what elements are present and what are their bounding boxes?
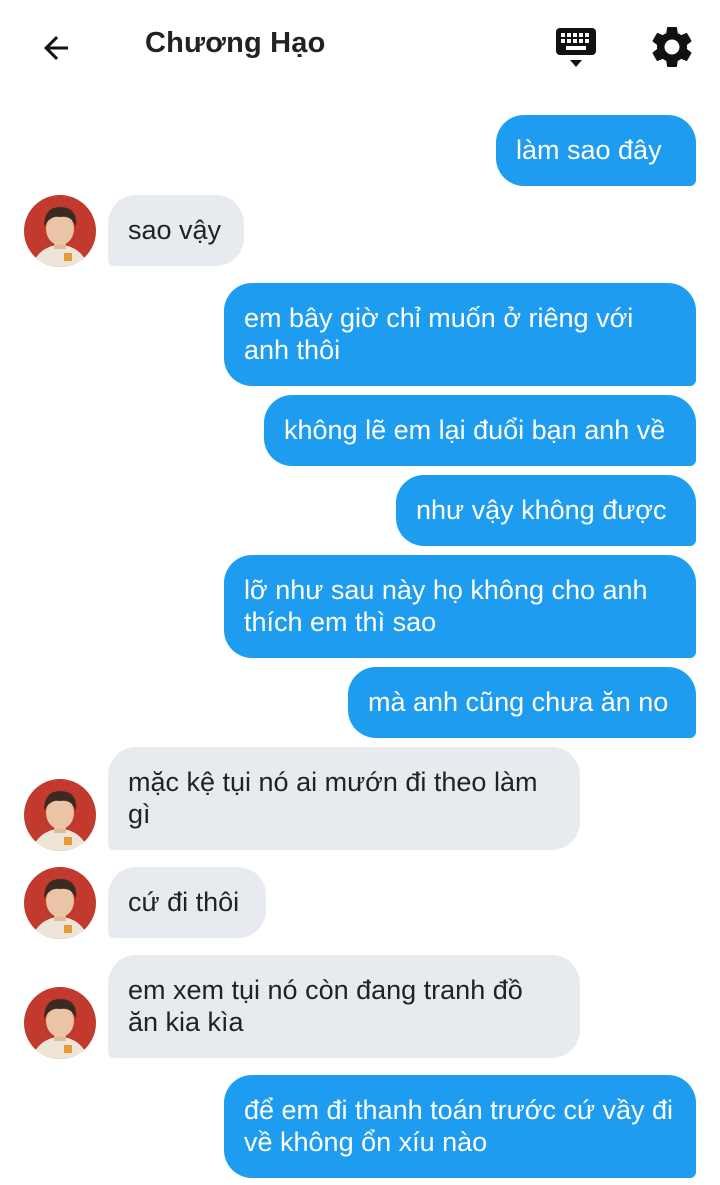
received-message-bubble[interactable]: mặc kệ tụi nó ai mướn đi theo làm gì: [108, 747, 580, 850]
keyboard-button[interactable]: [552, 24, 600, 72]
contact-avatar[interactable]: [24, 987, 96, 1059]
sent-message-bubble[interactable]: mà anh cũng chưa ăn no: [348, 667, 696, 738]
avatar-image: [24, 987, 96, 1059]
chat-header: Chương Hạo: [0, 0, 720, 95]
avatar-image: [24, 195, 96, 267]
settings-button[interactable]: [647, 22, 697, 72]
received-message-bubble[interactable]: sao vậy: [108, 195, 244, 266]
contact-avatar[interactable]: [24, 867, 96, 939]
contact-avatar[interactable]: [24, 779, 96, 851]
received-message-bubble[interactable]: em xem tụi nó còn đang tranh đồ ăn kia k…: [108, 955, 580, 1058]
sent-message-bubble[interactable]: để em đi thanh toán trước cứ vầy đi về k…: [224, 1075, 696, 1178]
avatar-image: [24, 779, 96, 851]
sent-message-bubble[interactable]: như vậy không được: [396, 475, 696, 546]
sent-message-bubble[interactable]: không lẽ em lại đuổi bạn anh về: [264, 395, 696, 466]
sent-message-bubble[interactable]: làm sao đây: [496, 115, 696, 186]
contact-avatar[interactable]: [24, 195, 96, 267]
gear-icon: [652, 26, 692, 68]
sent-message-bubble[interactable]: em bây giờ chỉ muốn ở riêng với anh thôi: [224, 283, 696, 386]
avatar-image: [24, 867, 96, 939]
keyboard-icon: [556, 28, 596, 67]
arrow-left-icon: [44, 36, 68, 60]
contact-name: Chương Hạo: [145, 27, 326, 59]
back-button[interactable]: [30, 22, 82, 74]
received-message-bubble[interactable]: cứ đi thôi: [108, 867, 266, 938]
sent-message-bubble[interactable]: lỡ như sau này họ không cho anh thích em…: [224, 555, 696, 658]
